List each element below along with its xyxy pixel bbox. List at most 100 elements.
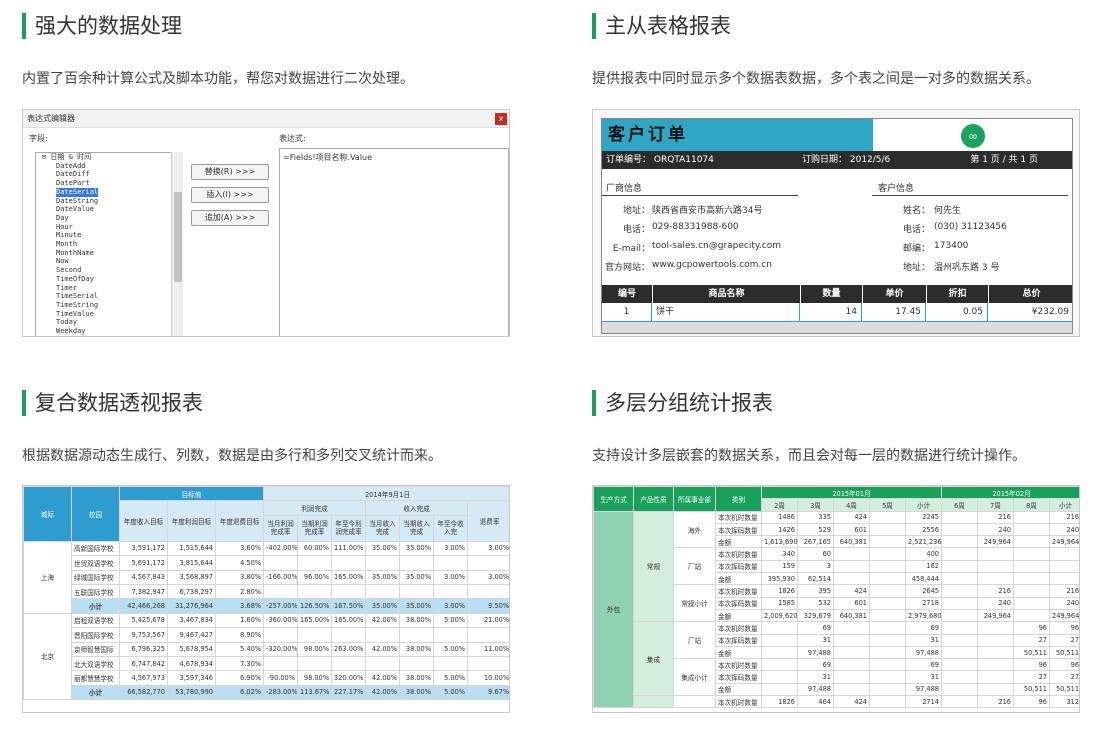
type-cell: 金额 <box>715 645 762 660</box>
info-value: 陕西省西安市高新六路34号 <box>652 206 763 216</box>
tree-item[interactable]: DateString <box>42 197 182 206</box>
expression-input[interactable]: =Fields!项目名称.Value <box>279 148 509 336</box>
tree-item[interactable]: DateDiff <box>42 170 182 179</box>
table-cell: 97,488 <box>905 645 942 660</box>
table-cell <box>399 583 435 600</box>
tree-item[interactable]: Hour <box>42 223 182 232</box>
tree-item[interactable]: Weekday <box>42 327 182 336</box>
header-school: 校园 <box>71 486 120 542</box>
table-cell: 世贸双语学校 <box>71 555 120 571</box>
tree-item[interactable]: DateAdd <box>42 162 182 171</box>
table-cell: 晋阳国际学校 <box>71 627 120 643</box>
table-cell <box>941 596 978 610</box>
append-button[interactable]: 追加(A) >>> <box>191 210 269 226</box>
table-cell: 240 <box>1048 522 1079 537</box>
table-cell <box>977 572 1014 586</box>
table-cell <box>833 658 870 672</box>
table-cell: 11.00% <box>467 641 509 657</box>
table-cell <box>869 695 906 709</box>
table-cell: 2245 <box>905 510 942 524</box>
tree-item[interactable]: MonthName <box>42 249 182 258</box>
panel-description: 支持设计多层嵌套的数据关系，而且会对每一层的数据进行统计操作。 <box>592 448 1026 464</box>
table-cell: 6.02% <box>214 684 265 701</box>
table-cell <box>869 547 906 561</box>
tree-item[interactable]: Second <box>42 266 182 275</box>
tree-scrollbar[interactable] <box>171 152 183 336</box>
table-cell <box>977 670 1014 684</box>
type-cell: 本次机时数量 <box>715 510 762 524</box>
table-cell: 21.00% <box>467 612 509 629</box>
table-cell <box>941 535 978 549</box>
table-cell: 113.67% <box>297 684 333 701</box>
tree-item[interactable]: DatePart <box>42 179 182 188</box>
table-cell: 329,679 <box>797 608 834 623</box>
tree-item[interactable]: TimeValue <box>42 310 182 319</box>
tree-item[interactable]: Day <box>42 214 182 223</box>
tree-item[interactable]: Timer <box>42 284 182 293</box>
table-cell: 5,425,678 <box>119 612 168 629</box>
table-cell <box>869 584 906 598</box>
info-key: 官方网站： <box>604 263 650 273</box>
table-cell: 42.00% <box>365 670 401 686</box>
tree-item[interactable]: TimeSerial <box>42 292 182 301</box>
close-icon[interactable]: x <box>495 113 507 125</box>
table-cell <box>331 555 367 571</box>
table-cell <box>1013 584 1050 598</box>
table-cell: 335 <box>797 510 834 524</box>
table-cell: 400 <box>905 547 942 561</box>
header-mode: 生产方式 <box>593 486 634 512</box>
fields-label: 字段: <box>29 134 48 143</box>
tree-item[interactable]: Month <box>42 240 182 249</box>
tree-item[interactable]: DateSerial <box>56 187 99 197</box>
table-cell: 38.00% <box>399 670 435 686</box>
table-cell <box>869 572 906 586</box>
type-cell: 本次机时数量 <box>715 547 762 561</box>
table-cell: 17.45 <box>862 303 926 322</box>
replace-button[interactable]: 替换(R) >>> <box>191 164 269 180</box>
table-cell: 38.00% <box>399 641 435 657</box>
table-cell <box>941 510 978 524</box>
tree-item[interactable]: Today <box>42 318 182 327</box>
customer-label: 客户信息 <box>878 184 915 194</box>
table-cell: 167.50% <box>331 598 367 614</box>
table-cell <box>941 547 978 561</box>
field-tree[interactable]: ⊟ 日期 & 时间 DateAdd DateDiff DatePart DateSer… <box>35 152 183 336</box>
tree-item[interactable]: TimeString <box>42 301 182 310</box>
header-sub: 当期收入完成 <box>399 514 435 542</box>
tree-item[interactable]: Now <box>42 257 182 266</box>
tree-root[interactable]: ⊟ 日期 & 时间 <box>42 153 182 162</box>
table-cell <box>1048 572 1079 586</box>
table-cell: 3.68% <box>214 598 265 614</box>
panel-description: 提供报表中同时显示多个数据表数据，多个表之间是一对多的数据关系。 <box>592 71 1040 87</box>
table-cell <box>869 645 906 660</box>
table-cell: 640,381 <box>833 608 870 623</box>
header-region: 城际 <box>23 486 72 542</box>
type-cell: 本次机时数量 <box>715 621 762 635</box>
panel-description: 根据数据源动态生成行、列数，数据是由多行和多列交叉统计而来。 <box>22 448 442 464</box>
header-week: 小计 <box>905 498 942 512</box>
table-cell <box>263 627 299 643</box>
table-cell: 601 <box>833 596 870 610</box>
table-cell: 35.00% <box>399 569 435 585</box>
table-cell <box>433 627 469 643</box>
info-value: 029-88331988-600 <box>652 222 739 232</box>
divider <box>602 195 798 196</box>
insert-button[interactable]: 插入(I) >>> <box>191 187 269 203</box>
info-key: E-mail： <box>612 244 650 254</box>
tree-item[interactable]: DateValue <box>42 205 182 214</box>
tree-item[interactable]: TimeOfDay <box>42 275 182 284</box>
table-cell: 249,964 <box>977 535 1014 549</box>
table-cell <box>467 555 509 571</box>
header-sub: 当月收入完成 <box>365 514 401 542</box>
table-row: 晋阳国际学校 9,753,567 9,467,427 8.90% <box>24 627 509 643</box>
info-key: 邮编： <box>902 244 930 254</box>
region-cell: 北京 <box>23 612 72 701</box>
table-cell <box>263 583 299 600</box>
tree-item[interactable]: Minute <box>42 231 182 240</box>
table-cell: 96 <box>1048 621 1079 635</box>
scroll-thumb[interactable] <box>174 192 182 282</box>
table-cell <box>941 658 978 672</box>
panel-title: 多层分组统计报表 <box>592 390 773 416</box>
table-cell: 3.60% <box>214 540 265 557</box>
table-cell: 6.90% <box>214 670 265 686</box>
